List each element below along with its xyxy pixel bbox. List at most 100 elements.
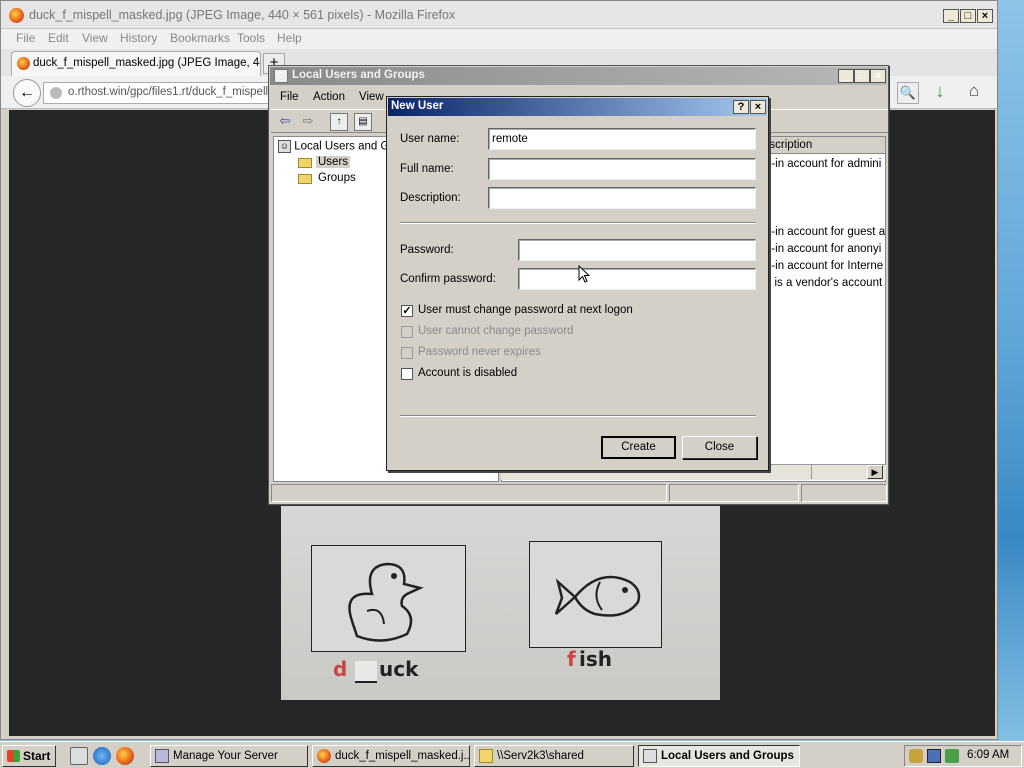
task-manage-your-server[interactable]: Manage Your Server: [150, 745, 308, 767]
tray-monitor-icon[interactable]: [927, 749, 941, 763]
status-cell: [271, 484, 667, 502]
task-label: Manage Your Server: [173, 750, 278, 762]
mmc-minimize-button[interactable]: _: [838, 69, 854, 83]
server-icon: [155, 749, 169, 763]
browser-tab[interactable]: duck_f_mispell_masked.jpg (JPEG Image, 4…: [11, 51, 261, 76]
tree-root[interactable]: ☺ Local Users and Gro: [278, 140, 400, 153]
forward-arrow-icon[interactable]: ⇨: [299, 113, 317, 131]
mmc-menu-view[interactable]: View: [359, 91, 384, 103]
mouse-cursor-icon: [578, 265, 591, 283]
confirm-password-field[interactable]: [518, 268, 756, 290]
menu-tools[interactable]: Tools: [237, 31, 265, 45]
duck-missing-letter: d: [333, 657, 348, 681]
task-label: \\Serv2k3\shared: [497, 750, 584, 762]
status-cell: [801, 484, 887, 502]
description-label: Description:: [400, 192, 461, 204]
menu-file[interactable]: File: [16, 31, 35, 45]
dialog-title: New User: [391, 100, 444, 112]
close-dialog-button[interactable]: Close: [682, 436, 757, 459]
system-tray: 6:09 AM: [904, 745, 1022, 767]
account-disabled-checkbox[interactable]: [401, 368, 413, 380]
fish-word-text: ish: [579, 647, 612, 671]
user-name-label: User name:: [400, 133, 460, 145]
tree-item-groups[interactable]: Groups: [318, 172, 356, 184]
mmc-maximize-button[interactable]: □: [854, 69, 870, 83]
mmc-menu-action[interactable]: Action: [313, 91, 345, 103]
search-icon[interactable]: 🔍: [897, 82, 919, 104]
list-item[interactable]: is is a vendor's account: [763, 277, 882, 289]
menu-view[interactable]: View: [82, 31, 108, 45]
clock: 6:09 AM: [967, 749, 1010, 761]
fish-picture-frame: [529, 541, 662, 648]
url-text: o.rthost.win/gpc/files1.rt/duck_f_mispel…: [68, 86, 275, 98]
users-console-icon: ☺: [274, 69, 288, 83]
minimize-button[interactable]: _: [943, 9, 959, 23]
users-folder-icon: [298, 158, 312, 168]
full-name-label: Full name:: [400, 163, 454, 175]
must-change-password-checkbox[interactable]: ✓: [401, 305, 413, 317]
close-button[interactable]: ×: [977, 9, 993, 23]
list-item[interactable]: ilt-in account for anonyi: [763, 243, 881, 255]
tree-root-label: Local Users and Gro: [294, 140, 400, 153]
description-field[interactable]: [488, 187, 756, 209]
task-label: duck_f_mispell_masked.j...: [335, 750, 470, 762]
windows-logo-icon: [7, 750, 20, 762]
help-button[interactable]: ?: [733, 100, 749, 114]
fish-drawing-icon: [554, 575, 641, 617]
list-item[interactable]: ilt-in account for admini: [763, 158, 881, 170]
tab-label: duck_f_mispell_masked.jpg (JPEG Image, 4…: [33, 57, 261, 69]
home-icon[interactable]: ⌂: [963, 81, 985, 103]
firefox-icon: [317, 749, 331, 763]
download-icon[interactable]: ↓: [929, 81, 951, 103]
user-name-field[interactable]: [488, 128, 756, 150]
confirm-password-label: Confirm password:: [400, 273, 496, 285]
dialog-titlebar[interactable]: New User ? ×: [388, 98, 767, 116]
status-bar: [271, 484, 888, 503]
mmc-titlebar[interactable]: ☺ Local Users and Groups _ □ ×: [270, 67, 887, 85]
task-shared-folder[interactable]: \\Serv2k3\shared: [474, 745, 634, 767]
task-firefox[interactable]: duck_f_mispell_masked.j...: [312, 745, 470, 767]
password-label: Password:: [400, 244, 454, 256]
worksheet-photo: d uck f ish: [281, 505, 720, 700]
tray-network-icon[interactable]: [945, 749, 959, 763]
globe-icon: [50, 87, 62, 99]
password-never-expires-label: Password never expires: [418, 346, 541, 358]
password-field[interactable]: [518, 239, 756, 261]
back-arrow-icon[interactable]: ⇦: [276, 113, 294, 131]
menu-bookmarks[interactable]: Bookmarks: [170, 31, 230, 45]
folder-icon: [479, 749, 493, 763]
new-user-dialog: New User ? × User name: Full name: Descr…: [386, 96, 769, 471]
mmc-menu-file[interactable]: File: [280, 91, 299, 103]
task-label: Local Users and Groups: [661, 750, 794, 762]
start-button[interactable]: Start: [2, 745, 56, 767]
list-item[interactable]: ilt-in account for Interne: [763, 260, 883, 272]
show-desktop-icon[interactable]: [70, 747, 88, 765]
menu-history[interactable]: History: [120, 31, 157, 45]
list-item[interactable]: ilt-in account for guest a: [763, 226, 885, 238]
scroll-right-arrow-icon[interactable]: ▶: [867, 465, 883, 479]
maximize-button[interactable]: □: [960, 9, 976, 23]
show-tree-icon[interactable]: ▤: [354, 113, 372, 131]
firefox-icon[interactable]: [116, 747, 134, 765]
full-name-field[interactable]: [488, 158, 756, 180]
task-local-users-groups[interactable]: Local Users and Groups: [638, 745, 800, 767]
menu-edit[interactable]: Edit: [48, 31, 69, 45]
tray-app-icon[interactable]: [909, 749, 923, 763]
dialog-close-button[interactable]: ×: [750, 100, 766, 114]
tree-item-users[interactable]: Users: [316, 156, 351, 168]
back-arrow-icon[interactable]: ←: [13, 79, 41, 107]
users-console-icon: [643, 749, 657, 763]
description-column-header: escription: [763, 139, 813, 151]
password-never-expires-checkbox[interactable]: [401, 347, 413, 359]
create-button[interactable]: Create: [601, 436, 676, 459]
mmc-close-button[interactable]: ×: [870, 69, 886, 83]
mmc-title: Local Users and Groups: [292, 69, 425, 81]
duck-word-text: uck: [379, 657, 419, 681]
firefox-logo-icon: [9, 8, 24, 23]
internet-explorer-icon[interactable]: [93, 747, 111, 765]
status-cell: [669, 484, 799, 502]
cannot-change-password-checkbox[interactable]: [401, 326, 413, 338]
menu-help[interactable]: Help: [277, 31, 302, 45]
up-folder-icon[interactable]: ↑: [330, 113, 348, 131]
firefox-titlebar[interactable]: duck_f_mispell_masked.jpg (JPEG Image, 4…: [1, 1, 997, 29]
